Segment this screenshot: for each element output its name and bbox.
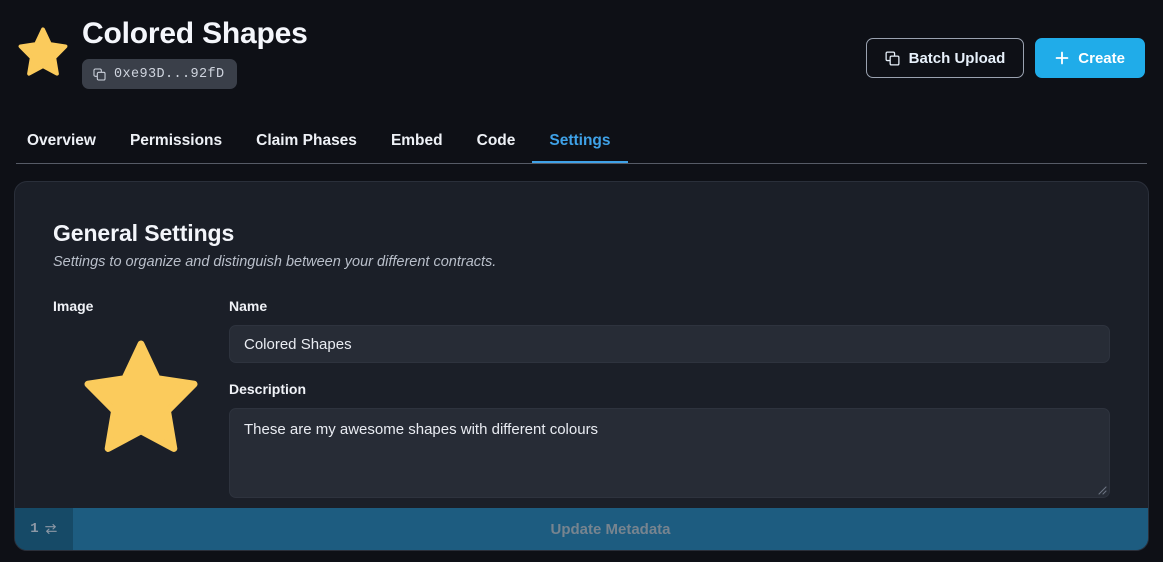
description-field-group: Description — [229, 380, 1110, 498]
tab-code[interactable]: Code — [460, 131, 533, 162]
app-root: Colored Shapes 0xe93D...92fD Batch Uploa… — [0, 0, 1163, 562]
swap-arrows-icon — [44, 522, 58, 536]
star-icon — [18, 26, 68, 76]
name-field-group: Name — [229, 297, 1110, 363]
page-header: Colored Shapes 0xe93D...92fD Batch Uploa… — [0, 0, 1163, 120]
chain-id-label: 1 — [30, 521, 38, 537]
tab-embed-label: Embed — [391, 132, 443, 149]
page-title: Colored Shapes — [82, 15, 308, 53]
description-textarea[interactable] — [229, 408, 1110, 498]
batch-upload-label: Batch Upload — [909, 50, 1006, 67]
update-metadata-button[interactable]: Update Metadata — [73, 508, 1148, 550]
image-upload-dropzone[interactable] — [53, 335, 229, 455]
tab-embed[interactable]: Embed — [374, 131, 460, 162]
contract-tabs: Overview Permissions Claim Phases Embed … — [16, 131, 1147, 164]
tab-code-label: Code — [477, 132, 516, 149]
copy-stack-icon — [885, 51, 900, 66]
name-label: Name — [229, 297, 1110, 315]
network-switch-chip[interactable]: 1 — [15, 508, 73, 550]
title-block: Colored Shapes 0xe93D...92fD — [82, 15, 308, 89]
contract-address-text: 0xe93D...92fD — [114, 67, 225, 82]
panel-action-bar: 1 Update Metadata — [15, 508, 1148, 550]
create-button[interactable]: Create — [1035, 38, 1145, 78]
image-column: Image — [53, 297, 229, 498]
contract-avatar — [18, 26, 68, 76]
tab-claim-phases[interactable]: Claim Phases — [239, 131, 374, 162]
tab-overview-label: Overview — [27, 132, 96, 149]
copy-icon — [93, 68, 106, 81]
fields-column: Name Description — [229, 297, 1110, 498]
name-input[interactable] — [229, 325, 1110, 363]
image-label: Image — [53, 297, 229, 315]
tab-settings[interactable]: Settings — [532, 131, 627, 162]
create-label: Create — [1078, 50, 1125, 67]
description-label: Description — [229, 380, 1110, 398]
description-textarea-wrap — [229, 408, 1110, 498]
batch-upload-button[interactable]: Batch Upload — [866, 38, 1025, 78]
tab-permissions-label: Permissions — [130, 132, 222, 149]
settings-form: Image Name Description — [53, 297, 1110, 498]
tab-overview[interactable]: Overview — [16, 131, 113, 162]
tab-settings-label: Settings — [549, 132, 610, 149]
header-actions: Batch Upload Create — [866, 38, 1145, 78]
section-subtitle: Settings to organize and distinguish bet… — [53, 254, 1110, 270]
panel-body: General Settings Settings to organize an… — [15, 182, 1148, 498]
tab-claim-phases-label: Claim Phases — [256, 132, 357, 149]
tab-permissions[interactable]: Permissions — [113, 131, 239, 162]
contract-address-badge[interactable]: 0xe93D...92fD — [82, 59, 237, 89]
section-title: General Settings — [53, 220, 1110, 247]
star-icon — [82, 338, 200, 452]
plus-icon — [1055, 51, 1069, 65]
general-settings-panel: General Settings Settings to organize an… — [14, 181, 1149, 551]
